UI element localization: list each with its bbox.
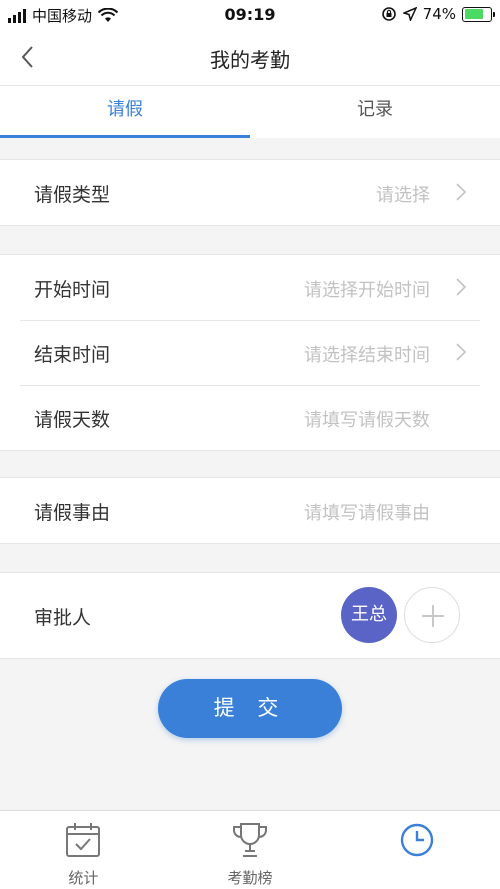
nav-bar: 我的考勤	[0, 30, 500, 86]
reason-input[interactable]: 请填写请假事由	[304, 499, 430, 525]
start-time-row[interactable]: 开始时间 请选择开始时间	[0, 255, 500, 320]
approver-section: 审批人 王总	[0, 572, 500, 659]
chevron-right-icon	[456, 343, 467, 361]
leave-type-section: 请假类型 请选择	[0, 159, 500, 226]
reason-section: 请假事由 请填写请假事由	[0, 477, 500, 544]
bottom-tab-ranking-label: 考勤榜	[227, 869, 273, 887]
end-time-placeholder: 请选择结束时间	[304, 345, 430, 366]
lock-rotation-icon	[381, 7, 396, 21]
plus-icon	[422, 605, 444, 627]
bottom-tab-stats-label: 统计	[68, 869, 99, 887]
clock-icon	[400, 823, 433, 857]
chevron-right-icon	[456, 278, 467, 296]
avatar[interactable]: 王总	[341, 587, 397, 643]
bottom-tab-bar: 统计 考勤榜	[0, 810, 500, 889]
leave-type-placeholder: 请选择	[376, 185, 430, 206]
add-approver-button[interactable]	[404, 587, 460, 643]
reason-label: 请假事由	[34, 502, 111, 524]
days-label: 请假天数	[34, 409, 111, 431]
tab-leave[interactable]: 请假	[0, 86, 250, 138]
battery-fill	[464, 9, 483, 19]
bottom-tab-ranking[interactable]: 考勤榜	[167, 811, 334, 889]
battery-percent: 74%	[422, 5, 456, 23]
calendar-check-icon	[66, 823, 101, 857]
trophy-icon	[233, 823, 267, 857]
start-time-label: 开始时间	[34, 279, 111, 301]
days-input[interactable]: 请填写请假天数	[304, 406, 430, 432]
status-right: 74%	[381, 5, 495, 23]
status-bar: 中国移动 09:19 74%	[0, 0, 500, 30]
bottom-tab-stats[interactable]: 统计	[0, 811, 167, 889]
leave-type-label: 请假类型	[34, 184, 111, 206]
location-icon	[402, 7, 417, 21]
end-time-label: 结束时间	[34, 344, 111, 366]
days-row[interactable]: 请假天数 请填写请假天数	[0, 385, 500, 450]
reason-row[interactable]: 请假事由 请填写请假事由	[0, 478, 500, 543]
page-title: 我的考勤	[210, 48, 290, 72]
tab-records[interactable]: 记录	[250, 86, 500, 138]
end-time-row[interactable]: 结束时间 请选择结束时间	[0, 320, 500, 385]
approver-row: 审批人 王总	[0, 573, 500, 658]
chevron-right-icon	[456, 183, 467, 201]
approver-label: 审批人	[34, 607, 92, 629]
tab-bar: 请假 记录	[0, 86, 500, 138]
start-time-placeholder: 请选择开始时间	[304, 280, 430, 301]
battery-icon	[462, 6, 495, 22]
time-section: 开始时间 请选择开始时间 结束时间 请选择结束时间 请假天数 请填写请假天数	[0, 254, 500, 451]
leave-type-row[interactable]: 请假类型 请选择	[0, 160, 500, 225]
submit-button[interactable]: 提 交	[158, 679, 342, 738]
bottom-tab-attendance[interactable]	[333, 811, 500, 889]
